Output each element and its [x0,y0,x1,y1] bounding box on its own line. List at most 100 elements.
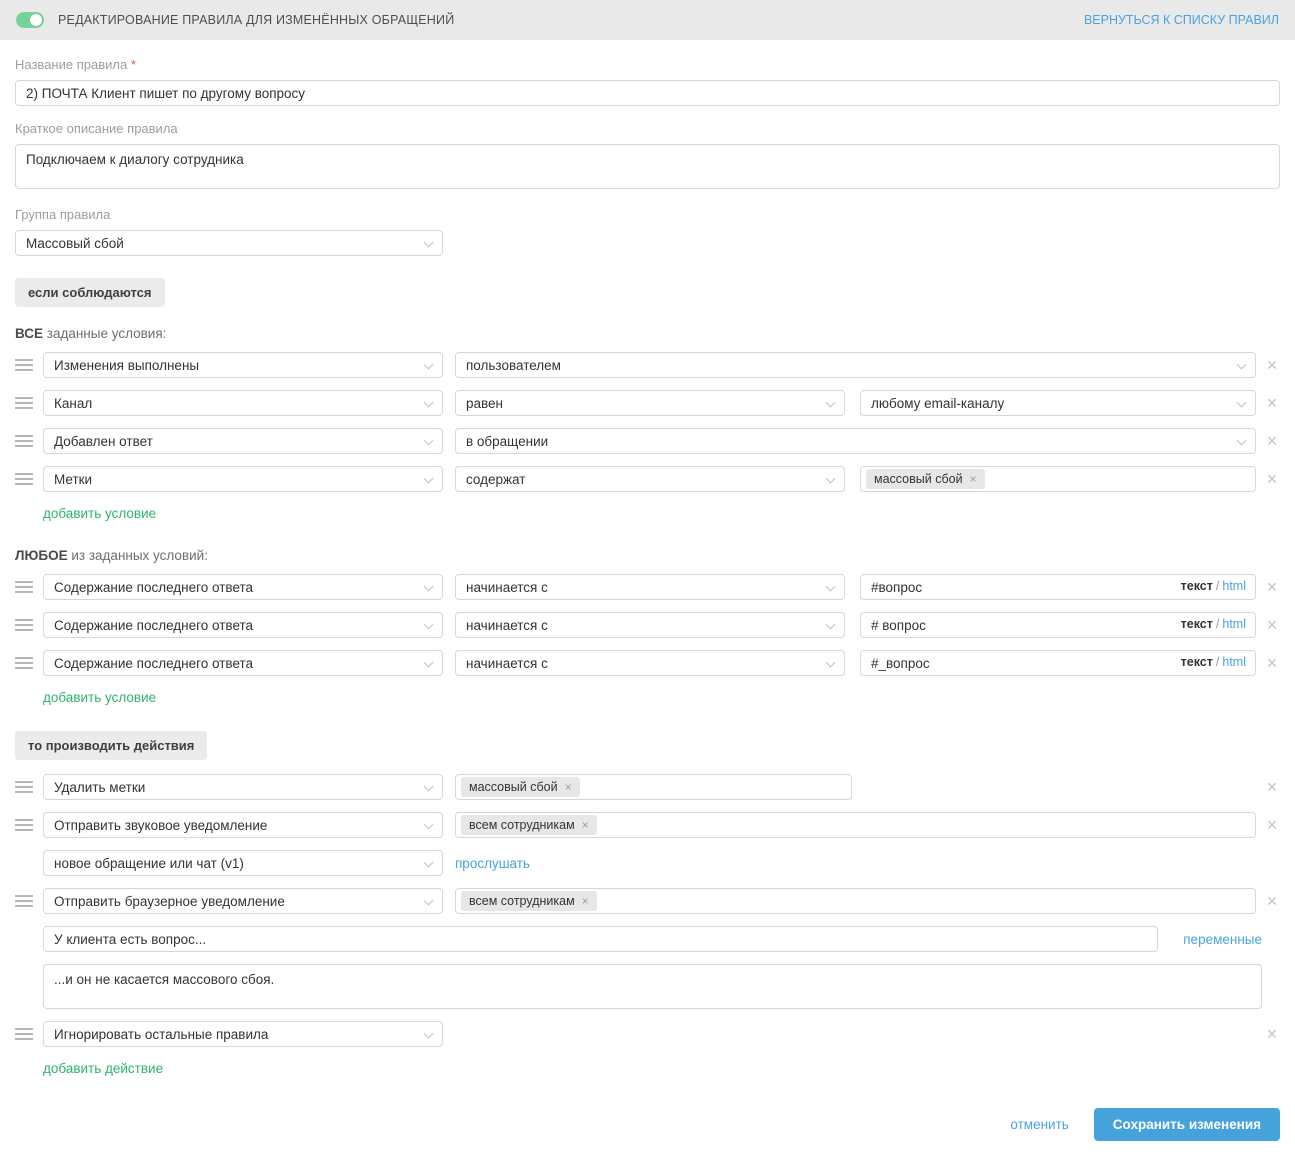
select-value: Содержание последнего ответа [54,655,254,671]
form-footer: отменить Сохранить изменения [0,1108,1295,1141]
close-icon[interactable]: × [1264,432,1280,450]
close-icon[interactable]: × [1264,892,1280,910]
close-icon[interactable]: × [1264,394,1280,412]
drag-handle-icon[interactable] [15,819,33,831]
condition-operator-select[interactable]: содержат [455,466,845,492]
variables-link[interactable]: переменные [1183,932,1262,947]
close-icon[interactable]: × [1264,816,1280,834]
add-condition-link[interactable]: добавить условие [43,506,156,521]
select-value: Канал [54,395,93,411]
rule-editor-form: Название правила * Краткое описание прав… [0,40,1295,1084]
value-mode-switch: текст / html [1180,579,1246,593]
action-recipients-field[interactable]: всем сотрудникам × [455,812,1256,838]
close-icon[interactable]: × [1264,778,1280,796]
drag-handle-icon[interactable] [15,473,33,485]
rule-name-label: Название правила * [15,57,136,72]
condition-row: Добавлен ответ в обращении × [15,428,1280,454]
remove-tag-icon[interactable]: × [582,818,589,832]
action-type-select[interactable]: Игнорировать остальные правила [43,1021,443,1047]
drag-handle-icon[interactable] [15,397,33,409]
condition-field-select[interactable]: Добавлен ответ [43,428,443,454]
mode-html-link[interactable]: html [1222,579,1246,593]
close-icon[interactable]: × [1264,654,1280,672]
remove-tag-icon[interactable]: × [582,894,589,908]
drag-handle-icon[interactable] [15,657,33,669]
condition-row: Содержание последнего ответа начинается … [15,574,1280,600]
condition-value-wrap: текст/html [860,574,1256,600]
condition-field-select[interactable]: Метки [43,466,443,492]
action-type-select[interactable]: Отправить браузерное уведомление [43,888,443,914]
select-value: Содержание последнего ответа [54,617,254,633]
drag-handle-icon[interactable] [15,781,33,793]
condition-operator-select[interactable]: равен [455,390,845,416]
drag-handle-icon[interactable] [15,1028,33,1040]
chevron-down-icon [825,397,836,408]
drag-handle-icon[interactable] [15,435,33,447]
action-row: Игнорировать остальные правила × [15,1021,1280,1047]
mode-text-label: текст [1180,617,1213,631]
drag-handle-icon[interactable] [15,581,33,593]
sound-select[interactable]: новое обращение или чат (v1) [43,850,443,876]
chevron-down-icon [423,237,434,248]
condition-tags-field[interactable]: массовый сбой × [860,466,1256,492]
action-tags-field[interactable]: массовый сбой × [455,774,852,800]
select-value: пользователем [466,357,561,373]
tag-chip: всем сотрудникам × [461,815,597,835]
rule-enabled-toggle[interactable] [16,12,44,28]
cancel-link[interactable]: отменить [1010,1117,1068,1132]
select-value: в обращении [466,433,549,449]
condition-row: Изменения выполнены пользователем × [15,352,1280,378]
action-type-select[interactable]: Удалить метки [43,774,443,800]
condition-field-select[interactable]: Канал [43,390,443,416]
select-value: начинается с [466,579,548,595]
chevron-down-icon [423,435,434,446]
drag-handle-icon[interactable] [15,895,33,907]
condition-field-select[interactable]: Содержание последнего ответа [43,612,443,638]
listen-link[interactable]: прослушать [455,856,530,871]
action-recipients-field[interactable]: всем сотрудникам × [455,888,1256,914]
rule-group-select[interactable]: Массовый сбой [15,230,443,256]
select-value: Добавлен ответ [54,433,153,449]
notification-body-textarea[interactable]: ...и он не касается массового сбоя. [43,964,1262,1009]
select-value: любому email-каналу [871,395,1005,411]
rule-name-input[interactable] [15,80,1280,106]
condition-field-select[interactable]: Содержание последнего ответа [43,574,443,600]
toggle-knob [30,14,42,26]
action-subrow: ...и он не касается массового сбоя. [15,964,1280,1009]
condition-value-select[interactable]: любому email-каналу [860,390,1256,416]
remove-tag-icon[interactable]: × [565,780,572,794]
chevron-down-icon [423,895,434,906]
close-icon[interactable]: × [1264,616,1280,634]
back-to-rules-link[interactable]: ВЕРНУТЬСЯ К СПИСКУ ПРАВИЛ [1084,13,1279,27]
condition-operator-select[interactable]: начинается с [455,574,845,600]
select-value: Отправить браузерное уведомление [54,893,285,909]
close-icon[interactable]: × [1264,356,1280,374]
condition-field-select[interactable]: Изменения выполнены [43,352,443,378]
tag-chip: массовый сбой × [866,469,985,489]
close-icon[interactable]: × [1264,470,1280,488]
drag-handle-icon[interactable] [15,619,33,631]
condition-operator-select[interactable]: пользователем [455,352,1256,378]
mode-html-link[interactable]: html [1222,617,1246,631]
condition-field-select[interactable]: Содержание последнего ответа [43,650,443,676]
remove-tag-icon[interactable]: × [970,472,977,486]
chevron-down-icon [825,473,836,484]
drag-handle-icon[interactable] [15,359,33,371]
add-condition-link[interactable]: добавить условие [43,690,156,705]
notification-title-input[interactable] [43,926,1159,952]
chevron-down-icon [1236,359,1247,370]
close-icon[interactable]: × [1264,578,1280,596]
mode-html-link[interactable]: html [1222,655,1246,669]
close-icon[interactable]: × [1264,1025,1280,1043]
select-value: Удалить метки [54,779,146,795]
condition-operator-select[interactable]: начинается с [455,612,845,638]
save-button[interactable]: Сохранить изменения [1093,1108,1280,1141]
select-value: содержат [466,471,526,487]
condition-operator-select[interactable]: начинается с [455,650,845,676]
condition-operator-select[interactable]: в обращении [455,428,1256,454]
if-conditions-badge: если соблюдаются [15,278,165,307]
chevron-down-icon [825,619,836,630]
rule-description-textarea[interactable]: Подключаем к диалогу сотрудника [15,144,1280,189]
add-action-link[interactable]: добавить действие [43,1061,163,1076]
action-type-select[interactable]: Отправить звуковое уведомление [43,812,443,838]
